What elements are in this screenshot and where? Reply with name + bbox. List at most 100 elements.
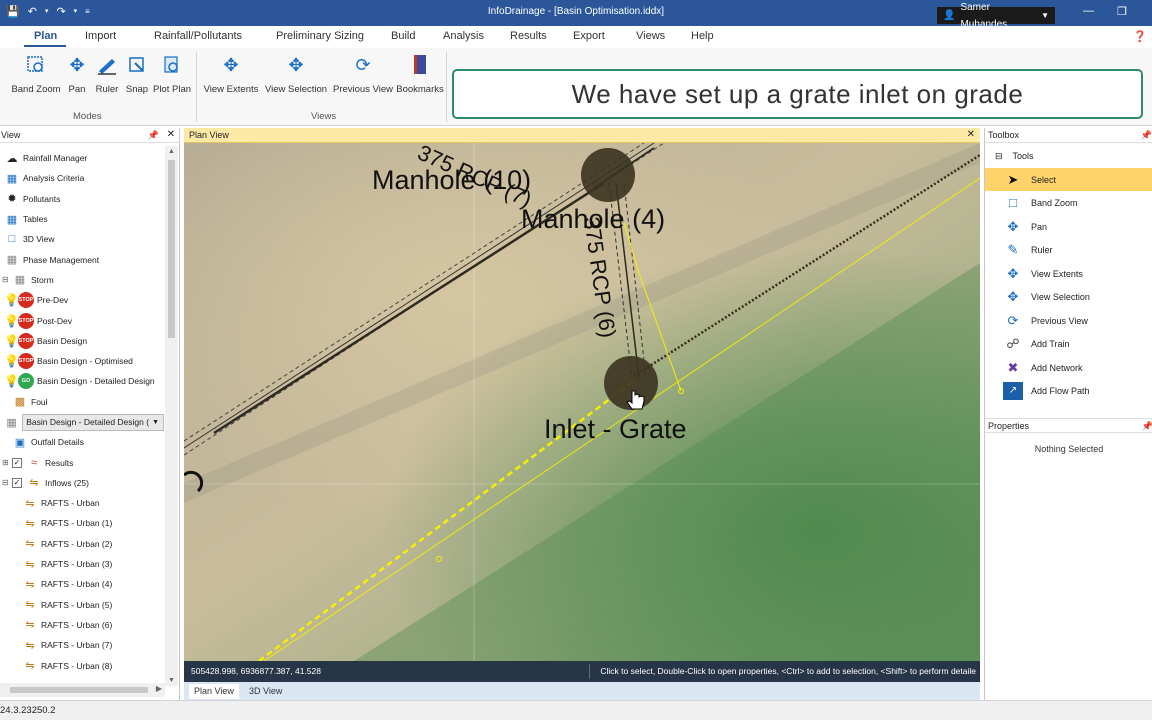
pin-icon[interactable]: 📌 [148,128,159,142]
restore-icon[interactable]: ❐ [1117,5,1127,18]
tree-item-tables[interactable]: ▦ Tables [0,209,164,229]
minimize-icon[interactable]: — [1083,5,1094,17]
bookmarks-button[interactable]: Bookmarks [394,54,446,95]
tree-item-rafts[interactable]: ⇋ RAFTS - Urban (1) [0,513,164,533]
usage-hint: Click to select, Double-Click to open pr… [600,666,976,676]
map-svg[interactable]: 375 RCP (7) Manhole (10) Manhole (4) 375… [184,143,980,661]
scroll-up-icon[interactable]: ▲ [168,148,175,155]
tab-plan-view[interactable]: Plan View [189,684,239,699]
snap-label: Snap [125,84,149,95]
view-selection-icon: ✥ [1007,288,1019,304]
tab-plan[interactable]: Plan [34,30,57,42]
collapse-icon[interactable]: ⊟ [2,478,10,487]
inlet-grate-label: Inlet - Grate [544,414,687,444]
collapse-icon[interactable]: ⊟ [2,275,10,284]
lightbulb-icon[interactable]: 💡 [4,314,19,328]
inflows-icon: ⇋ [29,477,39,490]
previous-view-button[interactable]: ⟳ Previous View [333,54,393,95]
lightbulb-icon[interactable]: 💡 [4,374,19,388]
lightbulb-icon[interactable]: 💡 [4,293,19,307]
view-tree: ☁ Rainfall Manager ▦ Analysis Criteria ✹ Po… [0,148,164,676]
tree-horizontal-scrollbar[interactable]: ▶ [0,683,165,697]
tool-add-network[interactable]: ✖ Add Network [985,356,1152,379]
tree-item-basin-design-detailed[interactable]: 💡 GO Basin Design - Detailed Design [0,371,164,391]
pin-icon[interactable]: 📌 [1141,128,1152,142]
close-icon[interactable]: ✕ [167,128,175,142]
phase-selector[interactable]: ▦ Basin Design - Detailed Design (▼ [0,412,164,432]
plot-plan-button[interactable]: Plot Plan [146,54,198,95]
tool-view-selection[interactable]: ✥ View Selection [985,285,1152,308]
tree-item-rafts[interactable]: ⇋ RAFTS - Urban (6) [0,615,164,635]
tool-band-zoom[interactable]: □ Band Zoom [985,191,1152,214]
tool-ruler[interactable]: ✎ Ruler [985,238,1152,261]
inflows-checkbox[interactable]: ✓ [12,477,22,488]
manhole-4-node[interactable] [581,148,635,202]
tree-item-basin-design-optimised[interactable]: 💡 STOP Basin Design - Optimised [0,351,164,371]
tab-build[interactable]: Build [391,30,415,42]
tool-view-extents[interactable]: ✥ View Extents [985,262,1152,285]
lightbulb-icon[interactable]: 💡 [4,334,19,348]
tree-item-results[interactable]: ⊞ ✓ ≈ Results [0,452,164,472]
tool-label: Previous View [1031,315,1088,326]
tree-item-rafts[interactable]: ⇋ RAFTS - Urban (3) [0,554,164,574]
scroll-thumb[interactable] [10,687,148,693]
tool-select[interactable]: ➤ Select [985,168,1152,191]
tree-item-pre-dev[interactable]: 💡 STOP Pre-Dev [0,290,164,310]
tab-analysis[interactable]: Analysis [443,30,484,42]
close-icon[interactable]: ✕ [967,128,975,142]
results-checkbox[interactable]: ✓ [12,457,22,468]
view-panel-title: View [1,130,21,140]
tree-item-outfall-details[interactable]: ▣ Outfall Details [0,432,164,452]
tools-group[interactable]: ⊟ Tools [995,151,1034,162]
tree-item-label: RAFTS - Urban (8) [41,660,113,671]
expand-icon[interactable]: ⊞ [2,458,10,467]
tree-item-inflows[interactable]: ⊟ ✓ ⇋ Inflows (25) [0,473,164,493]
tree-item-basin-design[interactable]: 💡 STOP Basin Design [0,331,164,351]
tree-item-label: Basin Design - Detailed Design [37,376,155,387]
tab-help[interactable]: Help [691,30,714,42]
tree-item-rainfall-manager[interactable]: ☁ Rainfall Manager [0,148,164,168]
pin-icon[interactable]: 📌 [1142,419,1152,433]
view-extents-button[interactable]: ✥ View Extents [204,54,259,95]
tab-import[interactable]: Import [85,30,116,42]
tool-add-train[interactable]: ☍ Add Train [985,332,1152,355]
tree-item-storm[interactable]: ⊟ ▦ Storm [0,270,164,290]
tree-item-phase-management[interactable]: ▦ Phase Management [0,249,164,269]
collapse-icon[interactable]: ⊟ [995,151,1003,162]
rafts-icon: ⇋ [25,660,35,673]
phase-dropdown[interactable]: Basin Design - Detailed Design (▼ [22,413,164,431]
help-icon[interactable]: ❓ [1133,30,1147,43]
tool-previous-view[interactable]: ⟳ Previous View [985,309,1152,332]
tab-export[interactable]: Export [573,30,605,42]
tab-preliminary-sizing[interactable]: Preliminary Sizing [276,30,364,42]
tree-vertical-scrollbar[interactable]: ▲ ▼ [165,146,178,686]
scroll-thumb[interactable] [168,160,175,338]
tab-results[interactable]: Results [510,30,547,42]
tree-item-rafts[interactable]: ⇋ RAFTS - Urban (2) [0,534,164,554]
ribbon-separator [446,52,447,122]
tool-pan[interactable]: ✥ Pan [985,215,1152,238]
tree-item-rafts[interactable]: ⇋ RAFTS - Urban [0,493,164,513]
toolbox-panel: Toolbox 📌 ⊟ Tools ➤ Select □ Band Zoom ✥ Pa… [984,128,1152,700]
scroll-right-icon[interactable]: ▶ [156,684,162,693]
select-button[interactable]: ct [0,54,8,95]
tree-item-3d-view[interactable]: □ 3D View [0,229,164,249]
tool-add-flow-path[interactable]: ↗ Add Flow Path [985,379,1152,402]
tab-views[interactable]: Views [636,30,665,42]
tree-item-rafts[interactable]: ⇋ RAFTS - Urban (7) [0,635,164,655]
tree-item-rafts[interactable]: ⇋ RAFTS - Urban (8) [0,655,164,675]
tree-item-rafts[interactable]: ⇋ RAFTS - Urban (4) [0,574,164,594]
view-selection-button[interactable]: ✥ View Selection [265,54,327,95]
plan-view-canvas[interactable]: 375 RCP (7) Manhole (10) Manhole (4) 375… [184,143,980,661]
tree-item-label: Results [45,457,74,468]
tab-3d-view[interactable]: 3D View [244,684,287,699]
scroll-down-icon[interactable]: ▼ [168,677,175,684]
tree-item-pollutants[interactable]: ✹ Pollutants [0,189,164,209]
tab-rainfall-pollutants[interactable]: Rainfall/Pollutants [154,30,242,42]
tree-item-rafts[interactable]: ⇋ RAFTS - Urban (5) [0,595,164,615]
lightbulb-icon[interactable]: 💡 [4,354,19,368]
user-menu[interactable]: 👤 Samer Muhandes ▼ [937,2,1055,30]
tree-item-foul[interactable]: ▩ Foul [0,392,164,412]
tree-item-analysis-criteria[interactable]: ▦ Analysis Criteria [0,168,164,188]
tree-item-post-dev[interactable]: 💡 STOP Post-Dev [0,310,164,330]
